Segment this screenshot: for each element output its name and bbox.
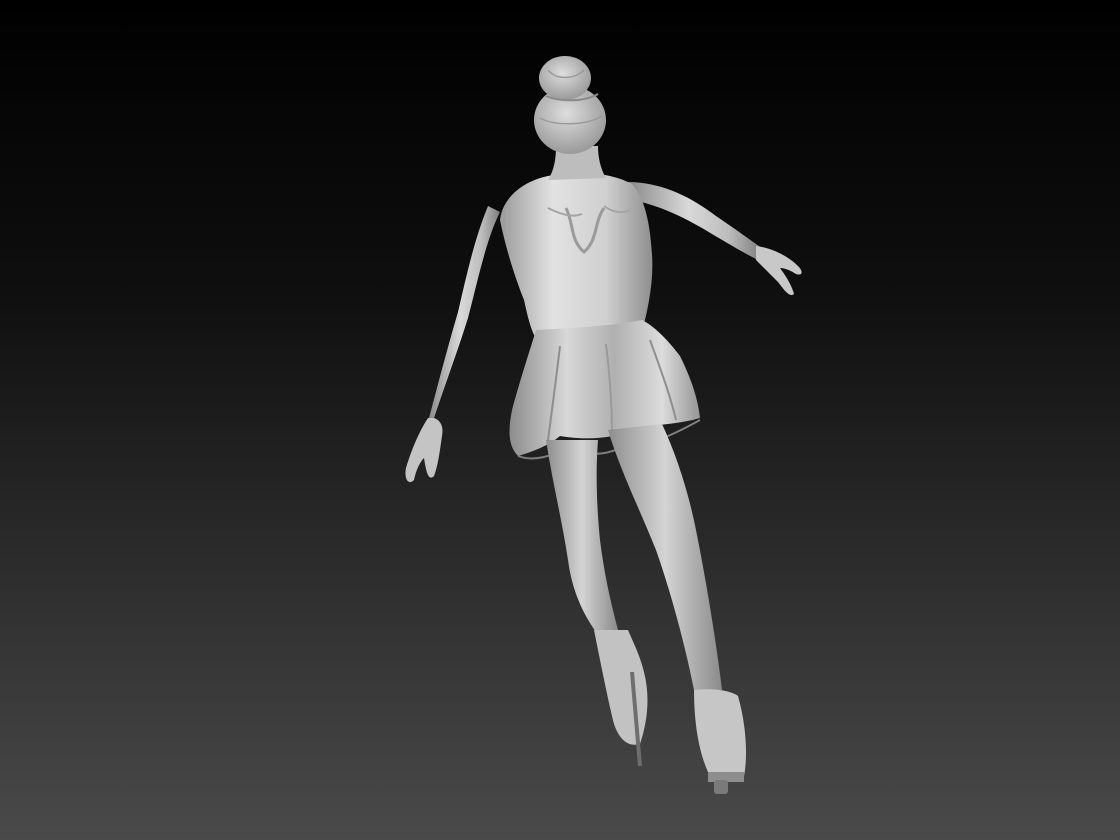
sculpt-viewport[interactable] [0, 0, 1120, 840]
right-skate-blade [714, 780, 728, 794]
viewport-canvas [0, 0, 1120, 840]
